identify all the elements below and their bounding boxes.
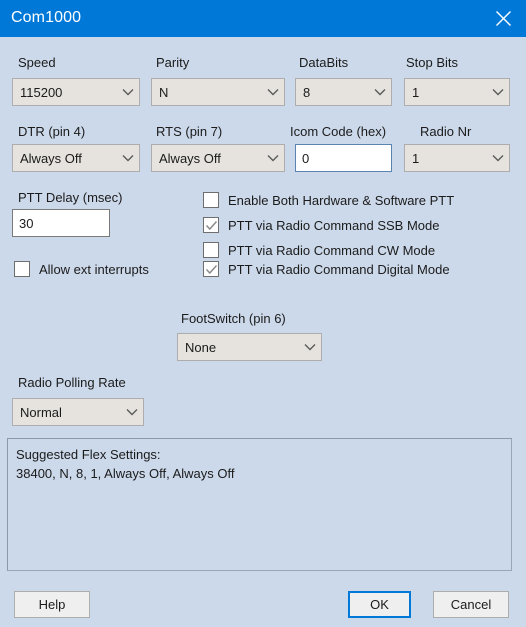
speed-label: Speed bbox=[18, 55, 56, 70]
radio-nr-value: 1 bbox=[412, 150, 420, 166]
stopbits-label: Stop Bits bbox=[406, 55, 459, 70]
checkbox-label: Allow ext interrupts bbox=[39, 261, 149, 277]
dtr-value: Always Off bbox=[20, 150, 82, 166]
polling-rate-label: Radio Polling Rate bbox=[18, 375, 126, 390]
ptt-delay-input[interactable]: 30 bbox=[12, 209, 110, 237]
dtr-combobox[interactable]: Always Off bbox=[12, 144, 140, 172]
checkbox-label: PTT via Radio Command SSB Mode bbox=[228, 217, 440, 233]
dtr-label: DTR (pin 4) bbox=[18, 124, 86, 139]
parity-label: Parity bbox=[156, 55, 190, 70]
databits-value: 8 bbox=[303, 84, 311, 100]
help-button[interactable]: Help bbox=[14, 591, 90, 618]
check-icon bbox=[205, 221, 218, 231]
stopbits-value: 1 bbox=[412, 84, 420, 100]
footswitch-value: None bbox=[185, 339, 217, 355]
icom-code-input[interactable]: 0 bbox=[295, 144, 392, 172]
stopbits-combobox[interactable]: 1 bbox=[404, 78, 510, 106]
databits-label: DataBits bbox=[299, 55, 349, 70]
polling-rate-value: Normal bbox=[20, 404, 62, 420]
checkbox-box bbox=[203, 192, 219, 208]
com-port-settings-dialog: Com1000 Speed Parity DataBits Stop Bits … bbox=[0, 0, 526, 627]
chevron-down-icon bbox=[117, 154, 139, 162]
checkbox-ptt-via-radio-command-digital-mode[interactable]: PTT via Radio Command Digital Mode bbox=[203, 261, 450, 277]
chevron-down-icon bbox=[299, 343, 321, 351]
checkbox-box bbox=[203, 261, 219, 277]
chevron-down-icon bbox=[121, 408, 143, 416]
suggested-settings-title: Suggested Flex Settings: bbox=[16, 447, 161, 462]
close-icon[interactable] bbox=[480, 0, 526, 37]
chevron-down-icon bbox=[262, 88, 284, 96]
footswitch-label: FootSwitch (pin 6) bbox=[181, 311, 286, 326]
checkbox-ptt-via-radio-command-ssb-mode[interactable]: PTT via Radio Command SSB Mode bbox=[203, 217, 439, 233]
rts-combobox[interactable]: Always Off bbox=[151, 144, 285, 172]
checkbox-box bbox=[203, 242, 219, 258]
checkbox-enable-both-hardware-software-ptt[interactable]: Enable Both Hardware & Software PTT bbox=[203, 192, 454, 208]
radio-nr-label: Radio Nr bbox=[420, 124, 472, 139]
checkbox-box bbox=[203, 217, 219, 233]
checkbox-allow-ext-interrupts[interactable]: Allow ext interrupts bbox=[14, 261, 149, 277]
radio-nr-combobox[interactable]: 1 bbox=[404, 144, 510, 172]
ptt-delay-label: PTT Delay (msec) bbox=[18, 190, 123, 205]
chevron-down-icon bbox=[487, 154, 509, 162]
speed-value: 115200 bbox=[20, 84, 63, 100]
checkbox-ptt-via-radio-command-cw-mode[interactable]: PTT via Radio Command CW Mode bbox=[203, 242, 435, 258]
checkbox-label: PTT via Radio Command CW Mode bbox=[228, 242, 436, 258]
parity-value: N bbox=[159, 84, 169, 100]
parity-combobox[interactable]: N bbox=[151, 78, 285, 106]
icom-code-value: 0 bbox=[302, 150, 310, 166]
checkbox-label: Enable Both Hardware & Software PTT bbox=[228, 192, 455, 208]
chevron-down-icon bbox=[369, 88, 391, 96]
chevron-down-icon bbox=[487, 88, 509, 96]
polling-rate-combobox[interactable]: Normal bbox=[12, 398, 144, 426]
icom-code-label: Icom Code (hex) bbox=[290, 124, 387, 139]
ok-button[interactable]: OK bbox=[348, 591, 411, 618]
suggested-settings-values: 38400, N, 8, 1, Always Off, Always Off bbox=[16, 466, 235, 481]
ptt-delay-value: 30 bbox=[19, 215, 34, 231]
chevron-down-icon bbox=[117, 88, 139, 96]
cancel-button[interactable]: Cancel bbox=[433, 591, 509, 618]
suggested-settings-panel: Suggested Flex Settings: 38400, N, 8, 1,… bbox=[7, 438, 512, 571]
rts-label: RTS (pin 7) bbox=[156, 124, 223, 139]
title-bar: Com1000 bbox=[0, 0, 526, 37]
chevron-down-icon bbox=[262, 154, 284, 162]
footswitch-combobox[interactable]: None bbox=[177, 333, 322, 361]
rts-value: Always Off bbox=[159, 150, 221, 166]
check-icon bbox=[205, 265, 218, 275]
checkbox-label: PTT via Radio Command Digital Mode bbox=[228, 261, 450, 277]
checkbox-box bbox=[14, 261, 30, 277]
databits-combobox[interactable]: 8 bbox=[295, 78, 392, 106]
window-title: Com1000 bbox=[11, 9, 82, 26]
speed-combobox[interactable]: 115200 bbox=[12, 78, 140, 106]
